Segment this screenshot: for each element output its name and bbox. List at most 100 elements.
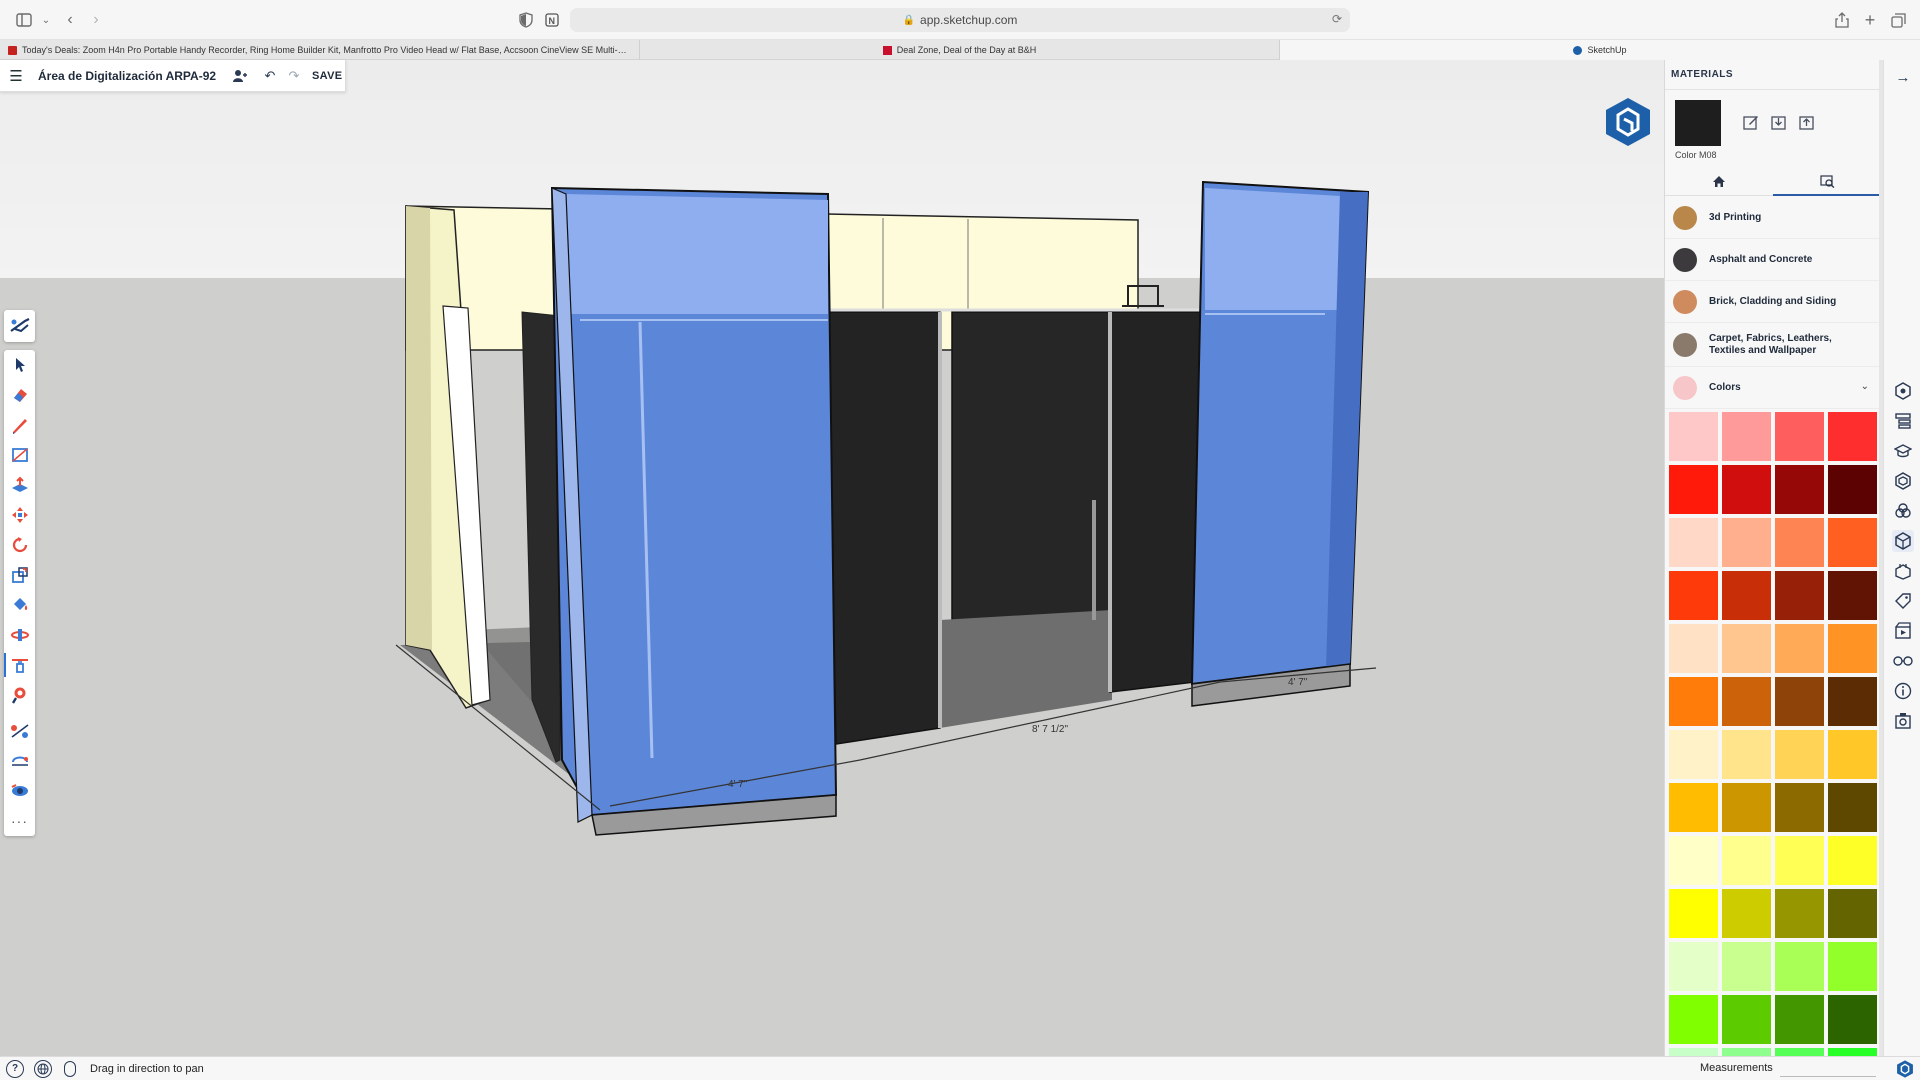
category-carpet-fabrics[interactable]: Carpet, Fabrics, Leathers, Textiles and … <box>1665 323 1880 367</box>
category-3d-printing[interactable]: 3d Printing <box>1665 197 1880 239</box>
styles-icon[interactable] <box>1892 530 1914 552</box>
entity-info-icon[interactable] <box>1892 380 1914 402</box>
scale-tool[interactable] <box>4 560 35 590</box>
undo-icon[interactable]: ↶ <box>258 64 282 88</box>
browser-tab-sketchup[interactable]: SketchUp <box>1280 40 1920 60</box>
color-swatch[interactable] <box>1722 518 1771 567</box>
address-bar[interactable]: 🔒 app.sketchup.com ⟳ <box>570 8 1350 32</box>
collaborators-icon[interactable] <box>228 64 252 88</box>
color-swatch[interactable] <box>1722 836 1771 885</box>
share-icon[interactable] <box>1832 10 1852 30</box>
help-icon[interactable]: ? <box>6 1059 24 1078</box>
color-swatch[interactable] <box>1669 624 1718 673</box>
color-swatch[interactable] <box>1669 783 1718 832</box>
current-material-swatch[interactable] <box>1675 100 1721 146</box>
search-tool-button[interactable] <box>4 310 35 342</box>
export-icon[interactable] <box>1892 710 1914 732</box>
category-brick-cladding-siding[interactable]: Brick, Cladding and Siding <box>1665 281 1880 323</box>
color-swatch[interactable] <box>1775 889 1824 938</box>
color-swatch[interactable] <box>1775 465 1824 514</box>
color-swatch[interactable] <box>1775 412 1824 461</box>
color-swatch[interactable] <box>1669 412 1718 461</box>
color-swatch[interactable] <box>1828 677 1877 726</box>
reload-icon[interactable]: ⟳ <box>1332 12 1342 26</box>
save-button[interactable]: SAVE <box>312 70 342 82</box>
section-tool[interactable] <box>4 746 35 776</box>
move-tool[interactable] <box>4 500 35 530</box>
privacy-shield-icon[interactable] <box>516 10 536 30</box>
instructor-icon[interactable] <box>1892 440 1914 462</box>
tape-measure-tool[interactable] <box>4 716 35 746</box>
color-swatch[interactable] <box>1722 783 1771 832</box>
color-swatch[interactable] <box>1722 730 1771 779</box>
color-swatch[interactable] <box>1669 677 1718 726</box>
color-swatch[interactable] <box>1775 1048 1824 1056</box>
color-swatch[interactable] <box>1722 889 1771 938</box>
color-swatch[interactable] <box>1828 518 1877 567</box>
color-swatch[interactable] <box>1722 995 1771 1044</box>
color-swatch[interactable] <box>1828 783 1877 832</box>
tab-overview-icon[interactable] <box>1888 10 1908 30</box>
color-swatch[interactable] <box>1722 942 1771 991</box>
eraser-tool[interactable] <box>4 380 35 410</box>
color-swatch[interactable] <box>1775 624 1824 673</box>
export-material-icon[interactable] <box>1797 112 1817 132</box>
model-viewport[interactable]: 4' 7" 8' 7 1/2" 4' 7" <box>0 60 1664 1056</box>
forward-icon[interactable]: › <box>86 10 106 30</box>
color-swatch[interactable] <box>1828 1048 1877 1056</box>
import-material-icon[interactable] <box>1769 112 1789 132</box>
push-pull-tool[interactable] <box>4 470 35 500</box>
chevron-down-icon[interactable]: ⌄ <box>36 10 56 30</box>
more-tools-icon[interactable]: ··· <box>4 806 35 836</box>
new-tab-icon[interactable]: + <box>1860 10 1880 30</box>
display-icon[interactable] <box>1892 650 1914 672</box>
redo-icon[interactable]: ↷ <box>282 64 306 88</box>
color-swatch[interactable] <box>1828 412 1877 461</box>
category-colors[interactable]: Colors ⌄ <box>1665 367 1880 409</box>
color-swatch[interactable] <box>1722 624 1771 673</box>
color-swatch[interactable] <box>1722 677 1771 726</box>
browser-tab-deals[interactable]: Today's Deals: Zoom H4n Pro Portable Han… <box>0 40 640 60</box>
color-swatch[interactable] <box>1669 1048 1718 1056</box>
notion-extension-icon[interactable]: N <box>542 10 562 30</box>
hamburger-menu-icon[interactable]: ☰ <box>0 60 32 92</box>
tab-browse[interactable] <box>1773 168 1880 196</box>
pan-tool[interactable] <box>4 650 35 680</box>
outliner-icon[interactable] <box>1892 410 1914 432</box>
color-swatch[interactable] <box>1775 783 1824 832</box>
rectangle-tool[interactable] <box>4 440 35 470</box>
color-swatch[interactable] <box>1669 571 1718 620</box>
color-swatch[interactable] <box>1669 995 1718 1044</box>
color-swatch[interactable] <box>1828 465 1877 514</box>
color-swatch[interactable] <box>1669 518 1718 567</box>
color-swatch[interactable] <box>1828 730 1877 779</box>
color-swatch[interactable] <box>1722 1048 1771 1056</box>
edit-material-icon[interactable] <box>1741 112 1761 132</box>
rotate-tool[interactable] <box>4 530 35 560</box>
color-swatch[interactable] <box>1828 571 1877 620</box>
color-swatch[interactable] <box>1775 677 1824 726</box>
zoom-tool[interactable] <box>4 680 35 710</box>
tab-in-model[interactable] <box>1665 168 1773 195</box>
color-swatch[interactable] <box>1669 730 1718 779</box>
color-swatch[interactable] <box>1775 518 1824 567</box>
select-tool[interactable] <box>4 350 35 380</box>
chevron-down-icon[interactable]: ⌄ <box>1861 381 1869 392</box>
components-icon[interactable] <box>1892 470 1914 492</box>
animation-icon[interactable] <box>1892 620 1914 642</box>
category-asphalt-and-concrete[interactable]: Asphalt and Concrete <box>1665 239 1880 281</box>
color-swatch[interactable] <box>1669 836 1718 885</box>
color-swatch[interactable] <box>1669 889 1718 938</box>
color-swatch[interactable] <box>1828 889 1877 938</box>
collapse-panel-icon[interactable]: → <box>1892 66 1914 88</box>
sidebar-toggle-icon[interactable] <box>14 10 34 30</box>
color-swatch[interactable] <box>1828 942 1877 991</box>
color-swatch[interactable] <box>1828 995 1877 1044</box>
browser-tab-bh[interactable]: Deal Zone, Deal of the Day at B&H <box>640 40 1280 60</box>
model-scene[interactable]: 4' 7" 8' 7 1/2" 4' 7" <box>0 60 1664 1056</box>
model-title[interactable]: Área de Digitalización ARPA-92 <box>38 69 228 83</box>
color-swatch[interactable] <box>1775 730 1824 779</box>
color-swatch[interactable] <box>1828 836 1877 885</box>
materials-icon[interactable] <box>1892 500 1914 522</box>
orbit-tool[interactable] <box>4 620 35 650</box>
